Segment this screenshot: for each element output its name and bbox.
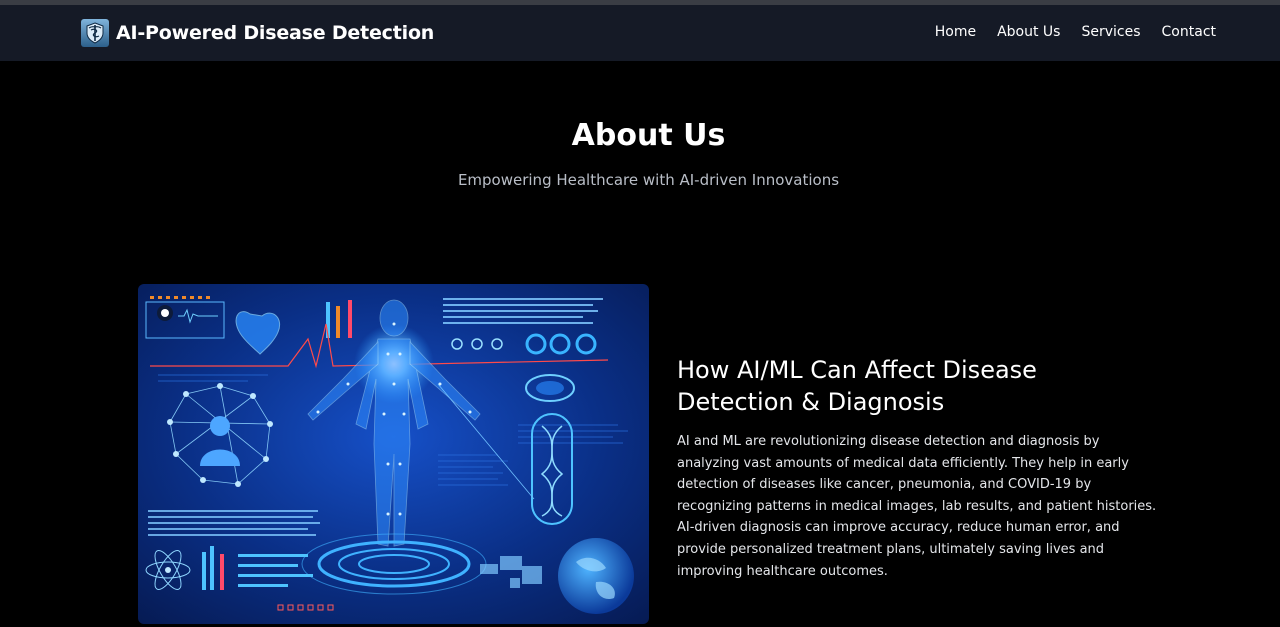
nav-home[interactable]: Home (935, 24, 976, 40)
navbar: AI-Powered Disease Detection Home About … (0, 5, 1280, 61)
feature-heading: How AI/ML Can Affect Disease Detection &… (677, 356, 1037, 416)
page-subtitle: Empowering Healthcare with AI-driven Inn… (457, 171, 840, 189)
nav-services[interactable]: Services (1081, 24, 1140, 40)
brand[interactable]: AI-Powered Disease Detection (81, 18, 434, 48)
feature-description: AI and ML are revolutionizing disease de… (677, 434, 1157, 579)
nav-contact[interactable]: Contact (1162, 24, 1216, 40)
page-title: About Us (571, 118, 726, 153)
main-nav: Home About Us Services Contact (935, 24, 1216, 40)
medical-logo-icon (81, 19, 109, 47)
ai-medical-hologram-image (138, 284, 649, 624)
nav-about-us[interactable]: About Us (997, 24, 1060, 40)
brand-title: AI-Powered Disease Detection (116, 22, 435, 44)
